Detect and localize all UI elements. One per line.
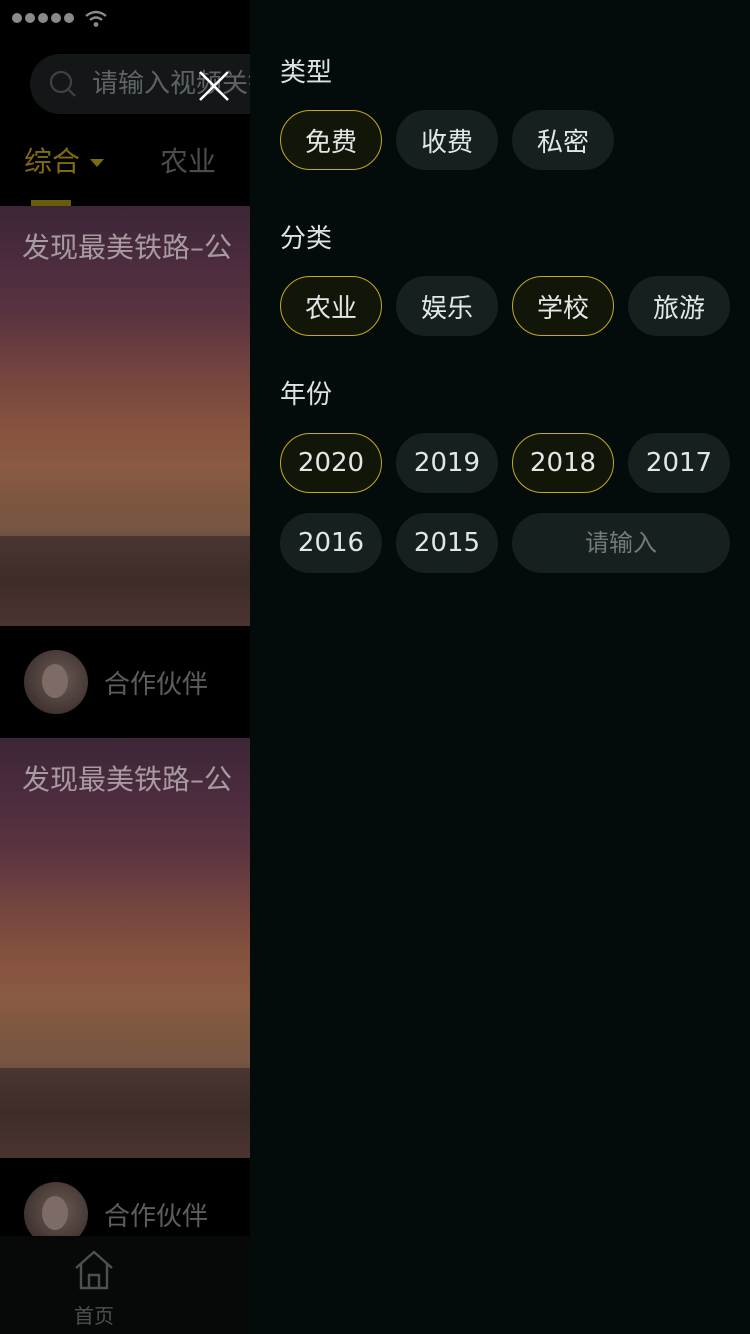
year-input[interactable]: [512, 513, 730, 573]
caret-down-icon: [90, 159, 105, 167]
screen: 综合 农业 发现最美铁路–公 合作伙伴 发现最美铁路–公 合作伙伴: [0, 0, 750, 1334]
filter-chip-entertainment[interactable]: 娱乐: [396, 276, 498, 336]
section-title-category: 分类: [280, 224, 333, 254]
author-name: 合作伙伴: [104, 1202, 209, 1232]
filter-chip-2019[interactable]: 2019: [396, 433, 498, 493]
filter-chip-2017[interactable]: 2017: [628, 433, 730, 493]
video-title: 发现最美铁路–公: [22, 231, 233, 264]
filter-chip-agriculture[interactable]: 农业: [280, 276, 382, 336]
filter-chip-free[interactable]: 免费: [280, 110, 382, 170]
tab-label: 农业: [160, 145, 217, 178]
author-name: 合作伙伴: [104, 670, 209, 700]
close-icon[interactable]: [196, 68, 232, 104]
filter-chip-2018[interactable]: 2018: [512, 433, 614, 493]
filter-chip-2016[interactable]: 2016: [280, 513, 382, 573]
filter-chip-2015[interactable]: 2015: [396, 513, 498, 573]
filter-chip-2020[interactable]: 2020: [280, 433, 382, 493]
wifi-icon: [85, 10, 107, 27]
filter-chip-travel[interactable]: 旅游: [628, 276, 730, 336]
video-thumbnail[interactable]: 发现最美铁路–公: [0, 206, 250, 626]
filter-chip-paid[interactable]: 收费: [396, 110, 498, 170]
section-title-year: 年份: [280, 380, 333, 410]
home-icon[interactable]: [72, 1248, 116, 1292]
search-icon: [49, 70, 76, 97]
status-bar: [0, 0, 250, 40]
tab-label: 综合: [24, 145, 81, 178]
filter-chip-private[interactable]: 私密: [512, 110, 614, 170]
section-title-type: 类型: [280, 58, 333, 88]
author-row[interactable]: 合作伙伴: [0, 626, 250, 738]
avatar: [24, 650, 88, 714]
filter-drawer: 类型 免费 收费 私密 分类 农业 娱乐 学校 旅游 年份 2020 2019 …: [199, 0, 750, 1334]
signal-strength-icon: [12, 13, 74, 23]
tab-comprehensive[interactable]: 综合: [24, 140, 105, 180]
bottom-nav: 首页: [0, 1236, 250, 1334]
nav-home-label[interactable]: 首页: [74, 1300, 114, 1329]
video-title: 发现最美铁路–公: [22, 763, 233, 796]
tab-agriculture[interactable]: 农业: [160, 140, 216, 180]
filter-chip-school[interactable]: 学校: [512, 276, 614, 336]
video-thumbnail[interactable]: 发现最美铁路–公: [0, 738, 250, 1158]
